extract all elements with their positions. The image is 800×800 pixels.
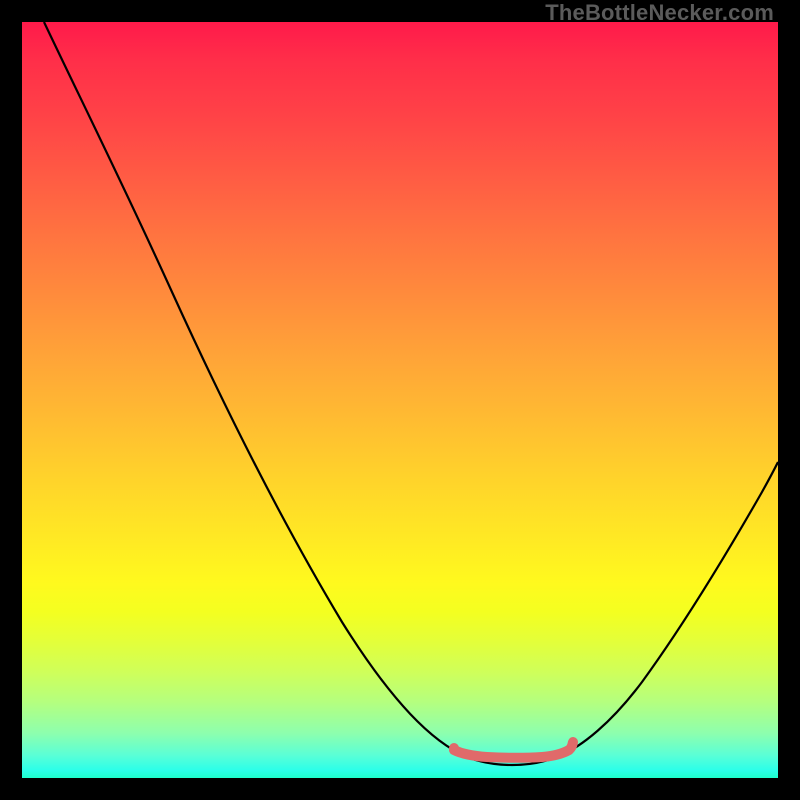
plot-area	[22, 22, 778, 778]
chart-container: TheBottleNecker.com	[0, 0, 800, 800]
bottleneck-curve-path	[44, 22, 778, 765]
chart-svg	[22, 22, 778, 778]
optimal-range-marker-path	[454, 742, 573, 758]
optimal-range-start-dot	[449, 743, 459, 753]
